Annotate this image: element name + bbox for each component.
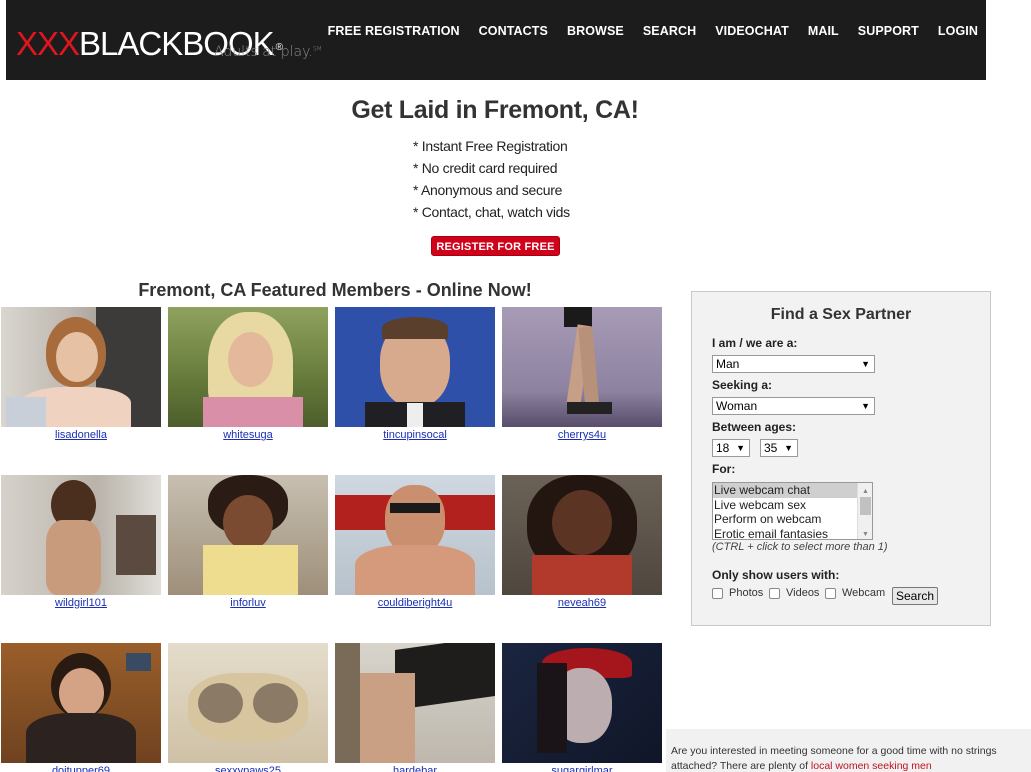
member-photo[interactable] (502, 307, 662, 427)
videos-checkbox[interactable]: Videos (769, 587, 819, 599)
register-button[interactable]: REGISTER FOR FREE (431, 236, 560, 256)
member-photo[interactable] (168, 643, 328, 763)
webcam-label: Webcam (842, 587, 886, 599)
iam-select[interactable]: Man ▼ (712, 355, 875, 373)
for-option[interactable]: Perform on webcam (713, 512, 872, 527)
local-women-link[interactable]: local women seeking men (811, 760, 932, 772)
nav-support[interactable]: SUPPORT (858, 24, 919, 38)
checkbox-icon[interactable] (769, 587, 780, 599)
featured-title: Fremont, CA Featured Members - Online No… (138, 280, 532, 300)
member-card[interactable]: sugargirlmar (502, 643, 662, 772)
member-photo[interactable] (335, 643, 495, 763)
member-name[interactable]: whitesuga (168, 429, 328, 441)
only-show-label: Only show users with: (712, 568, 840, 582)
member-photo[interactable] (1, 307, 161, 427)
finder-title: Find a Sex Partner (770, 306, 912, 323)
age-min-value: 18 (716, 441, 730, 455)
photos-checkbox[interactable]: Photos (712, 587, 763, 599)
webcam-checkbox[interactable]: Webcam (825, 587, 885, 599)
nav-search[interactable]: SEARCH (643, 24, 696, 38)
member-name[interactable]: wildgirl101 (1, 597, 161, 609)
member-card[interactable]: inforluv (168, 475, 328, 635)
benefits-list: * Instant Free Registration * No credit … (413, 138, 570, 226)
member-card[interactable]: couldiberight4u (335, 475, 495, 635)
for-option[interactable]: Live webcam chat (713, 483, 872, 498)
chevron-down-icon: ▼ (861, 359, 870, 369)
benefit-item: * Contact, chat, watch vids (413, 204, 570, 220)
benefit-item: * Anonymous and secure (413, 182, 563, 198)
listbox-scrollbar[interactable]: ▲ ▼ (857, 483, 872, 539)
member-name[interactable]: doitupper69 (1, 765, 161, 772)
member-card[interactable]: neveah69 (502, 475, 662, 635)
member-photo[interactable] (335, 307, 495, 427)
for-listbox[interactable]: Live webcam chat Live webcam sex Perform… (712, 482, 873, 540)
seeking-value: Woman (716, 399, 758, 413)
chevron-down-icon: ▼ (736, 443, 745, 453)
chevron-down-icon: ▼ (784, 443, 793, 453)
member-card[interactable]: sexxypaws25 (168, 643, 328, 772)
member-name[interactable]: sugargirlmar (502, 765, 662, 772)
service-mark: SM (312, 45, 322, 53)
member-photo[interactable] (168, 307, 328, 427)
main-nav: FREE REGISTRATION CONTACTS BROWSE SEARCH… (309, 24, 978, 38)
ages-label: Between ages: (712, 420, 797, 434)
member-card[interactable]: doitupper69 (1, 643, 161, 772)
nav-videochat[interactable]: VIDEOCHAT (715, 24, 789, 38)
member-photo[interactable] (1, 643, 161, 763)
photos-label: Photos (729, 587, 764, 599)
member-name[interactable]: inforluv (168, 597, 328, 609)
for-label: For: (712, 462, 736, 476)
member-name[interactable]: lisadonella (1, 429, 161, 441)
member-name[interactable]: cherrys4u (502, 429, 662, 441)
age-max-value: 35 (764, 441, 778, 455)
nav-browse[interactable]: BROWSE (567, 24, 624, 38)
search-button[interactable]: Search (892, 587, 939, 605)
member-card[interactable]: whitesuga (168, 307, 328, 467)
age-max-select[interactable]: 35 ▼ (760, 439, 798, 457)
videos-label: Videos (786, 587, 820, 599)
member-photo[interactable] (502, 643, 662, 763)
for-option[interactable]: Live webcam sex (713, 498, 872, 513)
member-name[interactable]: hardebar (335, 765, 495, 772)
page-title: Get Laid in Fremont, CA! (351, 96, 639, 124)
member-name[interactable]: neveah69 (502, 597, 662, 609)
member-name[interactable]: sexxypaws25 (168, 765, 328, 772)
for-option[interactable]: Erotic email fantasies (713, 527, 872, 540)
member-card[interactable]: cherrys4u (502, 307, 662, 467)
seeking-select[interactable]: Woman ▼ (712, 397, 875, 415)
site-header: XXXBLACKBOOK ® Adults at play.SM FREE REG… (6, 0, 986, 80)
member-photo[interactable] (335, 475, 495, 595)
nav-free-registration[interactable]: FREE REGISTRATION (328, 24, 460, 38)
age-min-select[interactable]: 18 ▼ (712, 439, 750, 457)
member-photo[interactable] (168, 475, 328, 595)
chevron-down-icon: ▼ (861, 401, 870, 411)
nav-contacts[interactable]: CONTACTS (479, 24, 548, 38)
scroll-down-icon[interactable]: ▼ (862, 528, 869, 539)
member-card[interactable]: lisadonella (1, 307, 161, 467)
member-card[interactable]: wildgirl101 (1, 475, 161, 635)
checkbox-icon[interactable] (712, 587, 723, 599)
checkbox-icon[interactable] (825, 587, 836, 599)
intro-text-block: Are you interested in meeting someone fo… (666, 729, 1031, 772)
tagline: Adults at play.SM (214, 44, 322, 60)
logo-red-text: XXX (16, 25, 80, 62)
tagline-text: Adults at play. (214, 44, 313, 60)
find-partner-panel: Find a Sex Partner I am / we are a: Man … (691, 291, 991, 626)
iam-value: Man (716, 357, 740, 371)
benefit-item: * Instant Free Registration (413, 138, 568, 154)
nav-mail[interactable]: MAIL (808, 24, 839, 38)
benefit-item: * No credit card required (413, 160, 558, 176)
nav-login[interactable]: LOGIN (938, 24, 978, 38)
multiselect-hint: (CTRL + click to select more than 1) (712, 541, 888, 553)
member-name[interactable]: tincupinsocal (335, 429, 495, 441)
iam-label: I am / we are a: (712, 336, 798, 350)
scroll-thumb[interactable] (860, 497, 871, 515)
member-card[interactable]: tincupinsocal (335, 307, 495, 467)
member-photo[interactable] (502, 475, 662, 595)
member-name[interactable]: couldiberight4u (335, 597, 495, 609)
seeking-label: Seeking a: (712, 378, 773, 392)
member-photo[interactable] (1, 475, 161, 595)
member-card[interactable]: hardebar (335, 643, 495, 772)
